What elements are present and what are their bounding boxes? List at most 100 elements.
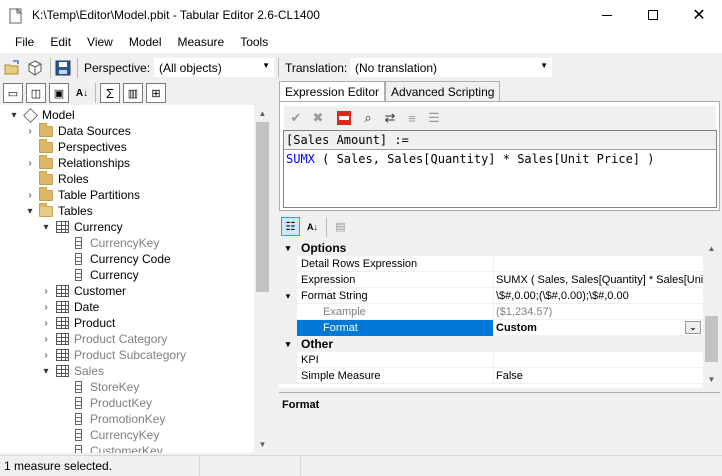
tab-expression-editor[interactable]: Expression Editor xyxy=(279,81,386,102)
scroll-up-icon[interactable]: ▲ xyxy=(703,240,720,257)
tree-item[interactable]: Currency Code xyxy=(56,251,171,267)
find-button[interactable]: ⌕ xyxy=(360,110,376,126)
sort-button[interactable]: A↓ xyxy=(72,83,92,103)
expand-icon[interactable]: › xyxy=(40,302,52,313)
translation-select[interactable]: (No translation) ▼ xyxy=(350,58,552,77)
property-value[interactable]: ($1,234.57) xyxy=(493,304,703,320)
menu-edit[interactable]: Edit xyxy=(43,31,80,53)
tab-advanced-scripting[interactable]: Advanced Scripting xyxy=(385,81,501,101)
save-icon[interactable] xyxy=(55,60,71,76)
tree-item[interactable]: Perspectives xyxy=(24,138,127,155)
expand-icon[interactable]: › xyxy=(40,318,52,329)
tree-item[interactable]: Roles xyxy=(24,170,89,187)
show-all-button[interactable]: ▣ xyxy=(49,83,69,103)
expand-icon[interactable]: › xyxy=(40,334,52,345)
cancel-button[interactable]: ✖ xyxy=(310,110,326,126)
property-row[interactable]: Expression SUMX ( Sales, Sales[Quantity] … xyxy=(279,272,703,288)
tree-item[interactable]: ▾ Currency xyxy=(40,219,122,235)
tree-item[interactable]: › Product Subcategory xyxy=(40,347,186,363)
menu-view[interactable]: View xyxy=(80,31,122,53)
pane-splitter[interactable] xyxy=(271,81,277,453)
close-button[interactable]: ✕ xyxy=(676,0,722,30)
property-row[interactable]: Detail Rows Expression xyxy=(279,256,703,272)
show-folders-button[interactable]: ▭ xyxy=(3,83,23,103)
tree-scrollbar[interactable]: ▲ ▼ xyxy=(254,105,271,453)
property-value[interactable] xyxy=(493,256,703,272)
accept-button[interactable]: ✔ xyxy=(288,110,304,126)
property-value[interactable] xyxy=(493,352,703,368)
tree-item[interactable]: › Relationships xyxy=(24,154,130,171)
property-scrollbar[interactable]: ▲ ▼ xyxy=(703,240,720,388)
tree-item[interactable]: CustomerKey xyxy=(56,443,163,453)
property-row[interactable]: Example ($1,234.57) xyxy=(279,304,703,320)
property-pages-button[interactable]: ▤ xyxy=(331,217,350,236)
collapse-icon[interactable]: ▾ xyxy=(8,110,20,121)
menu-file[interactable]: File xyxy=(8,31,43,53)
tree-item[interactable]: › Product Category xyxy=(40,331,167,347)
alphabetical-button[interactable]: A↓ xyxy=(303,217,322,236)
show-columns-button[interactable]: ▥ xyxy=(123,83,143,103)
scroll-down-icon[interactable]: ▼ xyxy=(254,436,271,453)
collapse-icon[interactable]: ▾ xyxy=(279,240,297,256)
open-icon[interactable] xyxy=(4,60,20,76)
categorized-button[interactable]: ☷ xyxy=(281,217,300,236)
property-value[interactable]: False xyxy=(493,368,703,384)
maximize-button[interactable] xyxy=(630,0,676,30)
replace-button[interactable]: ⇄ xyxy=(382,110,398,126)
expand-icon[interactable]: › xyxy=(24,190,36,201)
tree-item[interactable]: ▾ Model xyxy=(8,107,75,123)
property-row[interactable]: KPI xyxy=(279,352,703,368)
collapse-icon[interactable]: ▾ xyxy=(40,222,52,233)
tree-item[interactable]: CurrencyKey xyxy=(56,235,159,251)
dropdown-button[interactable]: ⌄ xyxy=(685,321,701,334)
property-category[interactable]: ▾ Other xyxy=(279,336,703,352)
expand-icon[interactable]: › xyxy=(24,126,36,137)
property-value[interactable]: SUMX ( Sales, Sales[Quantity] * Sales[Un… xyxy=(493,272,703,288)
tree-item[interactable]: StoreKey xyxy=(56,379,139,395)
collapse-icon[interactable]: ▾ xyxy=(40,366,52,377)
scroll-down-icon[interactable]: ▼ xyxy=(703,371,720,388)
perspective-select[interactable]: (All objects) ▼ xyxy=(154,58,274,77)
scroll-thumb[interactable] xyxy=(705,316,718,362)
scroll-up-icon[interactable]: ▲ xyxy=(254,105,271,122)
show-hierarchies-button[interactable]: ⊞ xyxy=(146,83,166,103)
show-hidden-button[interactable]: ◫ xyxy=(26,83,46,103)
collapse-icon[interactable]: ▾ xyxy=(279,336,297,352)
scroll-thumb[interactable] xyxy=(256,122,269,292)
property-row[interactable]: Format Custom ⌄ xyxy=(279,320,703,336)
tree-item[interactable]: ProductKey xyxy=(56,395,152,411)
dax-format-button[interactable] xyxy=(336,110,352,126)
uncomment-button[interactable]: ☰ xyxy=(426,110,442,126)
tree-item[interactable]: › Product xyxy=(40,315,115,331)
expand-icon[interactable]: › xyxy=(40,286,52,297)
tree-item[interactable]: › Table Partitions xyxy=(24,186,140,203)
property-row[interactable]: ▾ Format String \$#,0.00;(\$#,0.00);\$#,0.… xyxy=(279,288,703,304)
model-tree[interactable]: ▾ Model › Data Sources Perspectives › Relation… xyxy=(0,105,270,453)
collapse-icon[interactable]: ▾ xyxy=(279,288,297,304)
menu-tools[interactable]: Tools xyxy=(233,31,277,53)
expand-icon[interactable]: › xyxy=(24,158,36,169)
property-category[interactable]: ▾ Options xyxy=(279,240,703,256)
dax-code-area[interactable]: [Sales Amount] := SUMX ( Sales, Sales[Qu… xyxy=(283,130,717,208)
property-grid[interactable]: ▾ Options Detail Rows Expression Expression… xyxy=(279,240,703,388)
expand-icon[interactable]: › xyxy=(40,350,52,361)
tree-item[interactable]: Currency xyxy=(56,267,139,283)
property-value[interactable]: \$#,0.00;(\$#,0.00);\$#,0.00 xyxy=(493,288,703,304)
minimize-button[interactable] xyxy=(584,0,630,30)
tree-item[interactable]: PromotionKey xyxy=(56,411,165,427)
show-measures-button[interactable]: Σ xyxy=(100,83,120,103)
comment-button[interactable]: ≡ xyxy=(404,110,420,126)
collapse-icon[interactable]: ▾ xyxy=(24,206,36,217)
sigma-icon: Σ xyxy=(105,85,115,101)
property-value[interactable]: Custom ⌄ xyxy=(493,320,703,336)
menu-measure[interactable]: Measure xyxy=(171,31,234,53)
tree-item[interactable]: › Data Sources xyxy=(24,122,131,139)
property-row[interactable]: Simple Measure False xyxy=(279,368,703,384)
tree-item[interactable]: › Date xyxy=(40,299,99,315)
tree-item[interactable]: › Customer xyxy=(40,283,126,299)
deploy-icon[interactable] xyxy=(27,60,43,76)
tree-item[interactable]: ▾ Tables xyxy=(24,202,93,219)
menu-model[interactable]: Model xyxy=(122,31,171,53)
tree-item[interactable]: CurrencyKey xyxy=(56,427,159,443)
tree-item[interactable]: ▾ Sales xyxy=(40,363,104,379)
